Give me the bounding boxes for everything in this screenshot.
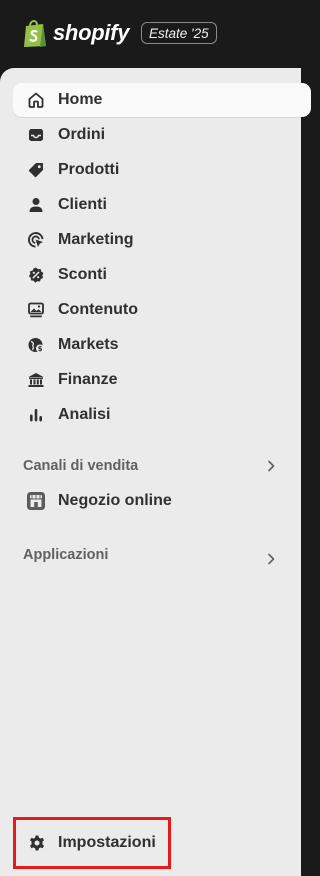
sidebar-item-negozio-online[interactable]: Negozio online	[13, 484, 311, 518]
sidebar-item-label: Home	[58, 91, 103, 108]
sidebar-item-contenuto[interactable]: Contenuto	[13, 293, 311, 327]
storefront-icon	[26, 491, 46, 511]
globe-icon: $	[26, 335, 46, 355]
sidebar-item-sconti[interactable]: Sconti	[13, 258, 311, 292]
sidebar-item-label: Impostazioni	[58, 834, 156, 851]
chevron-right-icon	[268, 460, 275, 472]
sidebar-item-label: Contenuto	[58, 301, 138, 318]
edition-badge[interactable]: Estate '25	[141, 22, 217, 44]
image-monitor-icon	[26, 300, 46, 320]
shopify-logo[interactable]: shopify	[22, 18, 129, 48]
sidebar-item-label: Ordini	[58, 126, 106, 143]
chevron-right-icon	[268, 553, 275, 565]
sidebar-item-label: Clienti	[58, 196, 107, 213]
section-label: Canali di vendita	[23, 458, 139, 474]
apps-header[interactable]: Applicazioni	[23, 544, 279, 566]
sidebar-item-prodotti[interactable]: Prodotti	[13, 153, 311, 187]
sidebar-item-impostazioni[interactable]: Impostazioni	[16, 820, 168, 866]
home-icon	[26, 90, 46, 110]
sidebar-item-finanze[interactable]: Finanze	[13, 363, 311, 397]
sidebar-item-analisi[interactable]: Analisi	[13, 398, 311, 432]
tag-icon	[26, 160, 46, 180]
sidebar-item-label: Sconti	[58, 266, 107, 283]
bank-icon	[26, 370, 46, 390]
sidebar: Home Ordini Prodotti Clienti Marketing S…	[0, 68, 311, 876]
sidebar-item-home[interactable]: Home	[13, 83, 311, 117]
sidebar-item-label: Finanze	[58, 371, 118, 388]
shopify-bag-icon	[24, 20, 46, 47]
svg-text:$: $	[38, 345, 43, 353]
target-icon	[26, 230, 46, 250]
sidebar-item-clienti[interactable]: Clienti	[13, 188, 311, 222]
sidebar-item-ordini[interactable]: Ordini	[13, 118, 311, 152]
sidebar-item-label: Prodotti	[58, 161, 120, 178]
sidebar-item-label: Negozio online	[58, 492, 172, 509]
sidebar-item-marketing[interactable]: Marketing	[13, 223, 311, 257]
bar-chart-icon	[26, 405, 46, 425]
settings-highlight: Impostazioni	[13, 817, 171, 869]
sales-channels-header[interactable]: Canali di vendita	[23, 455, 279, 477]
sidebar-item-label: Markets	[58, 336, 119, 353]
gear-icon	[27, 833, 47, 853]
section-label: Applicazioni	[23, 547, 109, 563]
discount-icon	[26, 265, 46, 285]
brand-name: shopify	[53, 20, 130, 45]
sidebar-item-label: Marketing	[58, 231, 134, 248]
sidebar-item-markets[interactable]: $ Markets	[13, 328, 311, 362]
inbox-icon	[26, 125, 46, 145]
person-icon	[26, 195, 46, 215]
top-bar: shopify Estate '25	[0, 0, 301, 68]
sidebar-item-label: Analisi	[58, 406, 111, 423]
